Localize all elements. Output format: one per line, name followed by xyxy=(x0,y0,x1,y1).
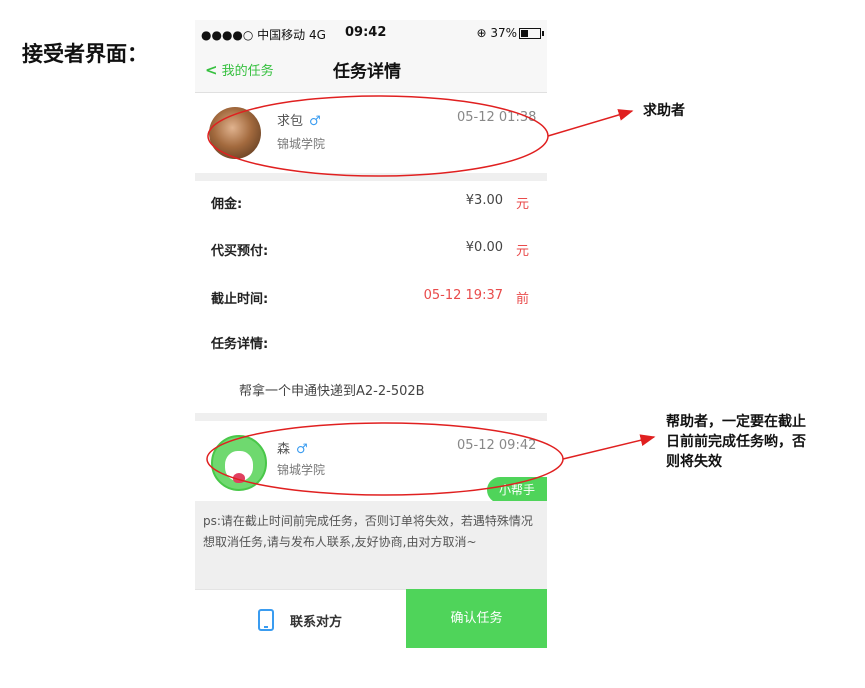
annotation-overlay xyxy=(206,95,656,496)
requester-arrow xyxy=(547,109,634,137)
helper-annotation-line2: 日前前完成任务哟，否 xyxy=(666,434,806,450)
helper-arrow xyxy=(562,434,656,460)
helper-highlight-ellipse xyxy=(206,422,564,496)
helper-annotation-line3: 则将失效 xyxy=(666,454,722,470)
requester-annotation: 求助者 xyxy=(643,103,685,119)
requester-highlight-ellipse xyxy=(207,95,549,177)
helper-annotation-line1: 帮助者，一定要在截止 xyxy=(666,414,806,430)
